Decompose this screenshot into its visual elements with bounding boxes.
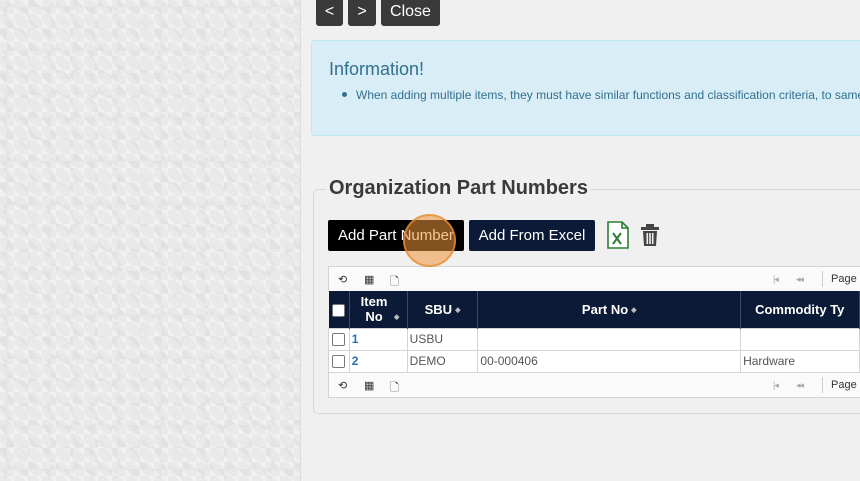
table-icon[interactable]: ▦ <box>364 379 374 392</box>
prev-page-icon[interactable]: ◂◂ <box>796 380 804 391</box>
close-button[interactable]: Close <box>381 0 440 26</box>
column-header-sbu[interactable]: SBU ◆ <box>407 291 479 328</box>
grid-toolbar-bottom: ⟲ ▦ 🗋 |◂ ◂◂ Page <box>328 372 860 398</box>
part-no-cell: 00-000406 <box>477 349 742 373</box>
refresh-icon[interactable]: ⟲ <box>338 273 347 286</box>
commodity-cell: Hardware <box>740 349 860 373</box>
grid-toolbar-top: ⟲ ▦ 🗋 |◂ ◂◂ Page <box>328 266 860 292</box>
column-header-part-no[interactable]: Part No ◆ <box>477 291 742 328</box>
item-no-link[interactable]: 2 <box>352 354 359 368</box>
page-label: Page <box>831 273 857 285</box>
item-no-link[interactable]: 1 <box>352 332 359 346</box>
info-title: Information! <box>329 59 425 79</box>
commodity-cell <box>740 327 860 351</box>
column-header-commodity-type[interactable]: Commodity Ty <box>740 291 860 328</box>
first-page-icon[interactable]: |◂ <box>773 274 779 285</box>
document-icon[interactable]: 🗋 <box>390 379 399 398</box>
select-all-checkbox[interactable] <box>332 303 346 317</box>
sort-icon: ◆ <box>455 307 461 315</box>
refresh-icon[interactable]: ⟲ <box>338 379 347 392</box>
part-no-cell <box>477 327 742 351</box>
previous-button[interactable]: < <box>316 0 343 26</box>
select-all-header <box>328 291 350 328</box>
background-pane <box>0 0 301 481</box>
sbu-cell: USBU <box>406 327 479 351</box>
sort-icon: ◆ <box>394 313 400 321</box>
sbu-cell: DEMO <box>406 349 479 373</box>
trash-icon[interactable] <box>639 222 661 248</box>
row-select-cell <box>328 349 350 373</box>
part-numbers-grid: Item No ◆ SBU ◆ Part No ◆ Commodity Ty 1 US… <box>328 291 860 373</box>
row-checkbox[interactable] <box>332 333 346 347</box>
document-icon[interactable]: 🗋 <box>390 273 399 292</box>
page-label: Page <box>831 379 857 391</box>
pager-divider <box>822 271 823 287</box>
add-from-excel-button[interactable]: Add From Excel <box>469 220 595 251</box>
sort-icon: ◆ <box>631 307 637 315</box>
bullet-icon <box>342 92 347 97</box>
info-alert: Information! When adding multiple items,… <box>311 40 860 136</box>
grid-header-row: Item No ◆ SBU ◆ Part No ◆ Commodity Ty <box>328 291 860 328</box>
row-select-cell <box>328 327 350 351</box>
add-part-number-button[interactable]: Add Part Number <box>328 220 464 251</box>
row-checkbox[interactable] <box>332 355 346 369</box>
item-no-cell[interactable]: 1 <box>348 327 408 351</box>
item-no-cell[interactable]: 2 <box>348 349 408 373</box>
section-title: Organization Part Numbers <box>326 177 591 200</box>
info-item: When adding multiple items, they must ha… <box>356 88 860 102</box>
main-panel: < > Close Information! When adding multi… <box>301 0 860 481</box>
table-row[interactable]: 2 DEMO 00-000406 Hardware <box>328 349 860 373</box>
table-icon[interactable]: ▦ <box>364 273 374 286</box>
excel-icon[interactable] <box>606 221 630 249</box>
first-page-icon[interactable]: |◂ <box>773 380 779 391</box>
prev-page-icon[interactable]: ◂◂ <box>796 274 804 285</box>
column-header-item-no[interactable]: Item No ◆ <box>349 291 408 328</box>
pager-divider <box>822 377 823 393</box>
table-row[interactable]: 1 USBU <box>328 327 860 351</box>
next-button[interactable]: > <box>348 0 376 26</box>
